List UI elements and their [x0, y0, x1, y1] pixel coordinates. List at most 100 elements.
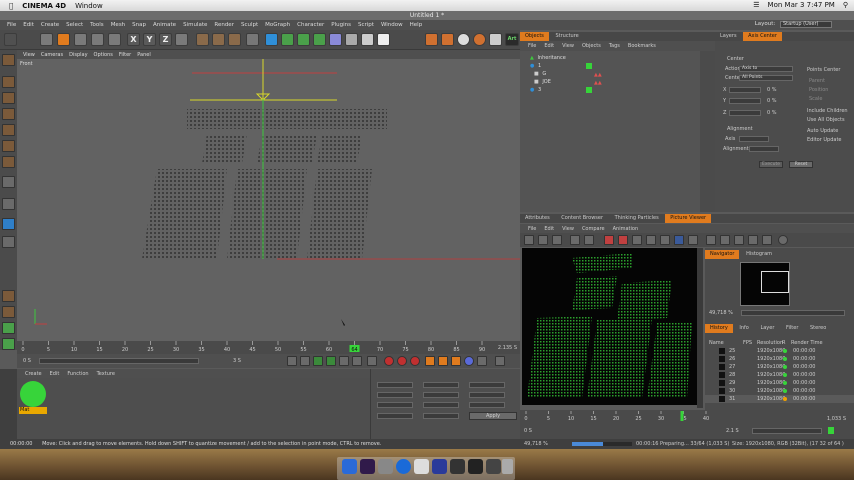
wifi-icon[interactable]: ☰ [753, 1, 759, 9]
viewport[interactable]: Front [17, 59, 520, 341]
y-axis-lock-button[interactable]: Y [143, 33, 156, 46]
array-icon[interactable] [313, 33, 326, 46]
keyframe-selection-icon[interactable] [410, 356, 420, 366]
use-all-objects-checkbox[interactable]: Use All Objects [807, 117, 845, 123]
pv-tool-icon-1[interactable] [524, 235, 534, 245]
workplane-icon[interactable] [2, 108, 15, 120]
paint-icon[interactable] [2, 338, 15, 350]
pv-tool-icon-9[interactable] [646, 235, 656, 245]
list-item[interactable]: ● 1 [520, 62, 715, 70]
tab-objects[interactable]: Objects [520, 32, 549, 41]
size-x-field[interactable] [423, 382, 459, 388]
play-forward-icon[interactable] [326, 356, 336, 366]
y-slider[interactable] [729, 98, 761, 104]
x-slider[interactable] [729, 87, 761, 93]
table-row[interactable]: 30 1920x1080 00:00:00 [705, 387, 854, 395]
timeline-current-time[interactable]: 2.135 S [498, 345, 517, 351]
menu-item-animate[interactable]: Animate [153, 22, 176, 28]
render-view-icon[interactable] [196, 33, 209, 46]
timeline-ruler[interactable]: 0 5 10 15 20 25 30 35 40 45 50 55 60 64 70 75 80 85 90 2.1… [17, 341, 520, 354]
mac-window-menu[interactable]: Window [75, 2, 103, 10]
execute-button[interactable]: Execute [759, 161, 783, 168]
material-menu-texture[interactable]: Texture [97, 371, 115, 377]
coord-x-field[interactable] [377, 382, 413, 388]
spline-pen-icon[interactable] [281, 33, 294, 46]
viewport-menu-options[interactable]: Options [94, 52, 113, 58]
zoom-slider[interactable] [741, 310, 845, 316]
menu-item-plugins[interactable]: Plugins [331, 22, 351, 28]
material-menu-function[interactable]: Function [67, 371, 88, 377]
app-icon-5[interactable] [414, 459, 429, 474]
z-slider[interactable] [729, 110, 761, 116]
pv-tool-icon-17[interactable] [762, 235, 772, 245]
z-axis-lock-button[interactable]: Z [159, 33, 172, 46]
pv-tool-icon-16[interactable] [748, 235, 758, 245]
tab-layers[interactable]: Layers [715, 32, 742, 41]
material-menu-create[interactable]: Create [25, 371, 42, 377]
objects-menu-objects[interactable]: Objects [582, 43, 601, 49]
pv-tool-icon-8[interactable] [632, 235, 642, 245]
navigator-viewport-rect[interactable] [761, 271, 789, 293]
menu-item-render[interactable]: Render [214, 22, 234, 28]
menu-item-mesh[interactable]: Mesh [111, 22, 125, 28]
pv-frame-field[interactable]: 1,033 S [827, 416, 846, 422]
menu-item-create[interactable]: Create [41, 22, 59, 28]
scale-checkbox[interactable]: Scale [809, 96, 822, 102]
pv-tool-icon-2[interactable] [538, 235, 548, 245]
next-key-icon[interactable] [339, 356, 349, 366]
points-center-checkbox[interactable]: Points Center [807, 67, 840, 73]
position-key-icon[interactable] [425, 356, 435, 366]
pv-tool-icon-11[interactable] [674, 235, 684, 245]
objects-menu-file[interactable]: File [528, 43, 536, 49]
record-icon[interactable] [384, 356, 394, 366]
apply-button[interactable]: Apply [469, 412, 517, 420]
autokey-icon[interactable] [397, 356, 407, 366]
points-mode-icon[interactable] [2, 124, 15, 136]
grid-icon[interactable] [441, 33, 454, 46]
objects-menu-tags[interactable]: Tags [609, 43, 620, 49]
texture-mode-icon[interactable] [2, 92, 15, 104]
pv-playhead[interactable] [680, 411, 684, 421]
pv-menu-animation[interactable]: Animation [613, 226, 639, 232]
parent-checkbox[interactable]: Parent [809, 78, 825, 84]
objects-menu-view[interactable]: View [562, 43, 574, 49]
table-row[interactable]: 28 1920x1080 00:00:00 [705, 371, 854, 379]
render-settings-icon[interactable] [228, 33, 241, 46]
pv-scrollbar[interactable] [697, 248, 703, 408]
pv-menu-file[interactable]: File [528, 226, 536, 232]
tab-stereo[interactable]: Stereo [805, 324, 831, 333]
scale-key-icon[interactable] [438, 356, 448, 366]
include-children-checkbox[interactable]: Include Children [807, 108, 848, 114]
pv-mid-field[interactable]: 2.1 S [726, 428, 739, 434]
app-icon-6[interactable] [432, 459, 447, 474]
pv-tool-icon-5[interactable] [584, 235, 594, 245]
object-mode-icon[interactable] [425, 33, 438, 46]
z-value[interactable]: 0 % [767, 110, 777, 116]
render-picture-viewer-icon[interactable] [212, 33, 225, 46]
list-item[interactable]: ● 3 [520, 86, 715, 94]
tab-axis-center[interactable]: Axis Center [743, 32, 782, 41]
picture-viewer-image[interactable] [522, 248, 697, 405]
pv-tool-icon-13[interactable] [706, 235, 716, 245]
undo-icon[interactable] [4, 33, 17, 46]
snapping-icon[interactable] [2, 218, 15, 230]
light-icon[interactable] [377, 33, 390, 46]
pv-left-field[interactable]: 0 S [524, 428, 532, 434]
size-z-field[interactable] [423, 402, 459, 408]
finder-icon[interactable] [342, 459, 357, 474]
material-swatch[interactable] [20, 381, 46, 407]
axis-mode-icon[interactable] [2, 176, 15, 188]
app-icon-9[interactable] [486, 459, 501, 474]
center-dropdown[interactable]: All Points [739, 75, 793, 81]
material-name[interactable]: Mat [19, 407, 47, 414]
pv-play-icon[interactable] [828, 427, 834, 434]
menu-item-mograph[interactable]: MoGraph [265, 22, 290, 28]
pv-stop-icon[interactable] [618, 235, 628, 245]
coord-y-field[interactable] [377, 392, 413, 398]
editor-update-checkbox[interactable]: Editor Update [807, 137, 842, 143]
timeline-menu-icon[interactable] [495, 356, 505, 366]
table-row[interactable]: 26 1920x1080 00:00:00 [705, 355, 854, 363]
preview-range-slider[interactable] [39, 358, 199, 364]
menu-item-window[interactable]: Window [381, 22, 403, 28]
goto-end-icon[interactable] [352, 356, 362, 366]
